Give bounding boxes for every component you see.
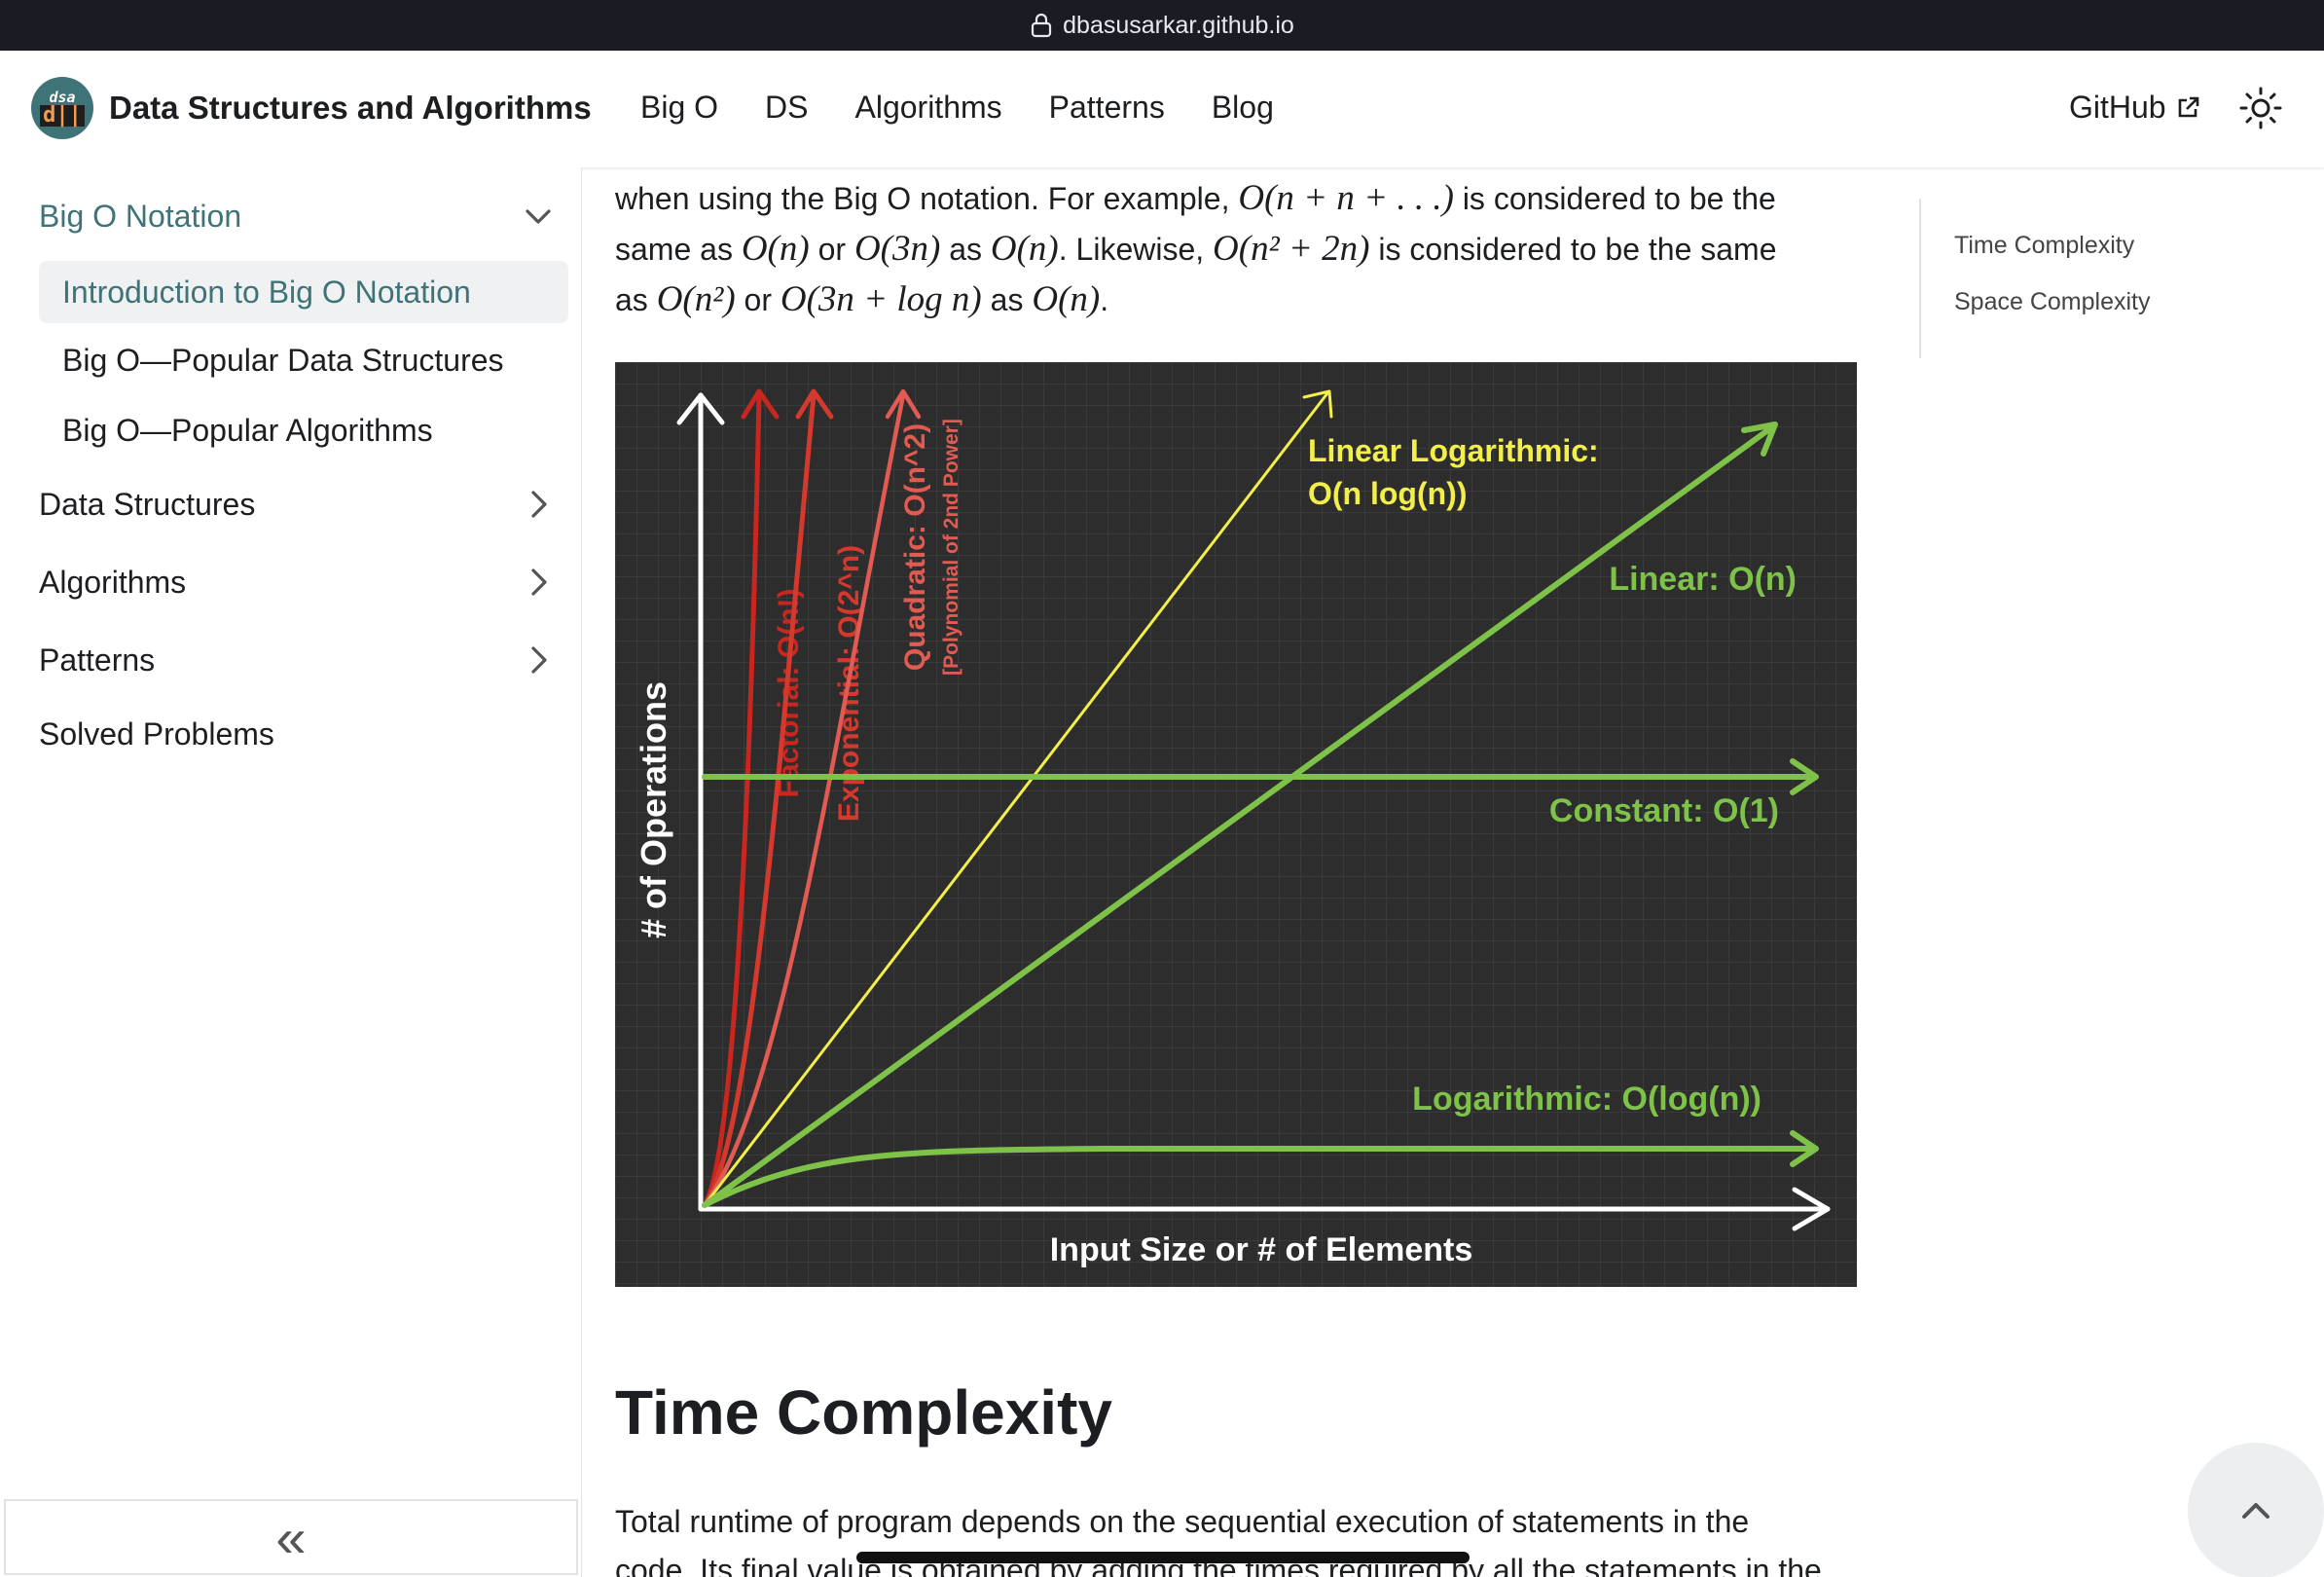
nav-link-big-o[interactable]: Big O <box>640 90 718 126</box>
chevron-right-icon[interactable] <box>522 566 555 599</box>
paragraph-line: Total runtime of program depends on the … <box>615 1504 1750 1539</box>
nav-link-ds[interactable]: DS <box>765 90 808 126</box>
github-label: GitHub <box>2069 90 2166 125</box>
sidebar-item-data-structures[interactable]: Data Structures <box>23 479 568 530</box>
sidebar-item-label: Patterns <box>39 642 156 678</box>
sidebar-item-intro-big-o[interactable]: Introduction to Big O Notation <box>39 261 568 323</box>
sidebar-item-patterns[interactable]: Patterns <box>23 635 568 685</box>
sidebar: Big O Notation Introduction to Big O Not… <box>0 167 582 1577</box>
lock-icon <box>1032 13 1052 38</box>
table-of-contents: Time Complexity Space Complexity <box>1919 199 2289 358</box>
text-run: is considered to be the <box>1453 181 1776 216</box>
paragraph-line: as O(n²) or O(3n + log n) as O(n). <box>615 275 1857 325</box>
text-run: or <box>809 232 854 267</box>
math-expression: O(n²) <box>656 279 736 319</box>
nav-link-algorithms[interactable]: Algorithms <box>854 90 1001 126</box>
series-label-quadratic: Quadratic: O(n^2) <box>899 423 931 671</box>
site-title[interactable]: Data Structures and Algorithms <box>109 90 592 127</box>
chevron-right-icon[interactable] <box>522 643 555 677</box>
intro-paragraph: when using the Big O notation. For examp… <box>615 173 1857 325</box>
top-navbar: dsa d|| Data Structures and Algorithms B… <box>0 51 2324 167</box>
time-complexity-paragraph: Total runtime of program depends on the … <box>615 1497 1857 1577</box>
sidebar-item-big-o-ds[interactable]: Big O—Popular Data Structures <box>23 335 568 385</box>
back-to-top-button[interactable] <box>2188 1443 2324 1577</box>
sidebar-item-label: Big O Notation <box>39 198 242 234</box>
collapse-sidebar-button[interactable]: « <box>4 1499 578 1575</box>
series-label-logarithmic: Logarithmic: O(log(n)) <box>1412 1081 1761 1118</box>
sun-icon[interactable] <box>2238 86 2283 130</box>
series-label-linear: Linear: O(n) <box>1609 561 1797 598</box>
sidebar-item-big-o-notation[interactable]: Big O Notation <box>23 191 568 241</box>
nav-links: Big O DS Algorithms Patterns Blog <box>640 90 1274 126</box>
math-expression: O(n) <box>1032 279 1101 319</box>
text-run: as <box>615 282 657 317</box>
text-run: is considered to be the same <box>1369 232 1777 267</box>
nav-link-patterns[interactable]: Patterns <box>1049 90 1165 126</box>
sidebar-item-label: Big O—Popular Data Structures <box>62 342 504 378</box>
text-run: or <box>735 282 781 317</box>
text-run: when using the Big O notation. For examp… <box>615 181 1239 216</box>
sidebar-item-big-o-algorithms[interactable]: Big O—Popular Algorithms <box>23 405 568 456</box>
chevron-right-icon[interactable] <box>522 488 555 521</box>
big-o-complexity-chart: # of Operations Input Size or # of Eleme… <box>615 362 1857 1287</box>
external-link-icon <box>2178 96 2198 117</box>
x-axis-label: Input Size or # of Elements <box>1050 1231 1473 1268</box>
site-logo[interactable]: dsa d|| <box>31 77 93 139</box>
home-indicator-bar[interactable] <box>856 1552 1470 1563</box>
math-expression: O(n + n + . . .) <box>1238 178 1454 218</box>
text-run: . Likewise, <box>1058 232 1214 267</box>
math-expression: O(3n + log n) <box>780 279 982 319</box>
chevron-down-icon[interactable] <box>522 200 555 233</box>
math-expression: O(n) <box>990 229 1059 269</box>
paragraph-line: same as O(n) or O(3n) as O(n). Likewise,… <box>615 224 1857 275</box>
series-label-constant: Constant: O(1) <box>1549 792 1779 829</box>
text-run: . <box>1100 282 1109 317</box>
chevron-up-icon <box>2242 1503 2270 1519</box>
series-label-linear-logarithmic-2: O(n log(n)) <box>1308 476 1467 511</box>
chart-svg: # of Operations Input Size or # of Eleme… <box>615 362 1857 1287</box>
series-label-linear-logarithmic-1: Linear Logarithmic: <box>1308 433 1599 468</box>
math-expression: O(n² + 2n) <box>1213 229 1370 269</box>
url-text: dbasusarkar.github.io <box>1063 11 1294 39</box>
y-axis-label: # of Operations <box>634 681 673 938</box>
double-chevron-left-icon: « <box>275 1506 307 1568</box>
math-expression: O(3n) <box>853 229 941 269</box>
sidebar-item-label: Big O—Popular Algorithms <box>62 412 433 448</box>
sidebar-item-algorithms[interactable]: Algorithms <box>23 557 568 607</box>
sidebar-item-label: Algorithms <box>39 564 187 600</box>
logo-text-bottom: d|| <box>40 104 85 127</box>
text-run: as <box>940 232 991 267</box>
math-expression: O(n) <box>741 229 810 269</box>
browser-url-bar[interactable]: dbasusarkar.github.io <box>0 0 2324 51</box>
section-heading-time-complexity: Time Complexity <box>615 1377 1112 1448</box>
sidebar-item-label: Data Structures <box>39 486 256 522</box>
text-run: as <box>981 282 1033 317</box>
nav-link-blog[interactable]: Blog <box>1212 90 1274 126</box>
github-link[interactable]: GitHub <box>2069 90 2201 126</box>
text-run: same as <box>615 232 742 267</box>
toc-item-space-complexity[interactable]: Space Complexity <box>1954 288 2150 316</box>
toc-item-time-complexity[interactable]: Time Complexity <box>1954 232 2134 260</box>
sidebar-item-label: Solved Problems <box>39 715 274 752</box>
series-sublabel-quadratic: [Polynomial of 2nd Power] <box>940 419 962 676</box>
paragraph-line: when using the Big O notation. For examp… <box>615 173 1857 224</box>
sidebar-item-solved-problems[interactable]: Solved Problems <box>23 709 568 759</box>
sidebar-item-label: Introduction to Big O Notation <box>62 274 471 310</box>
